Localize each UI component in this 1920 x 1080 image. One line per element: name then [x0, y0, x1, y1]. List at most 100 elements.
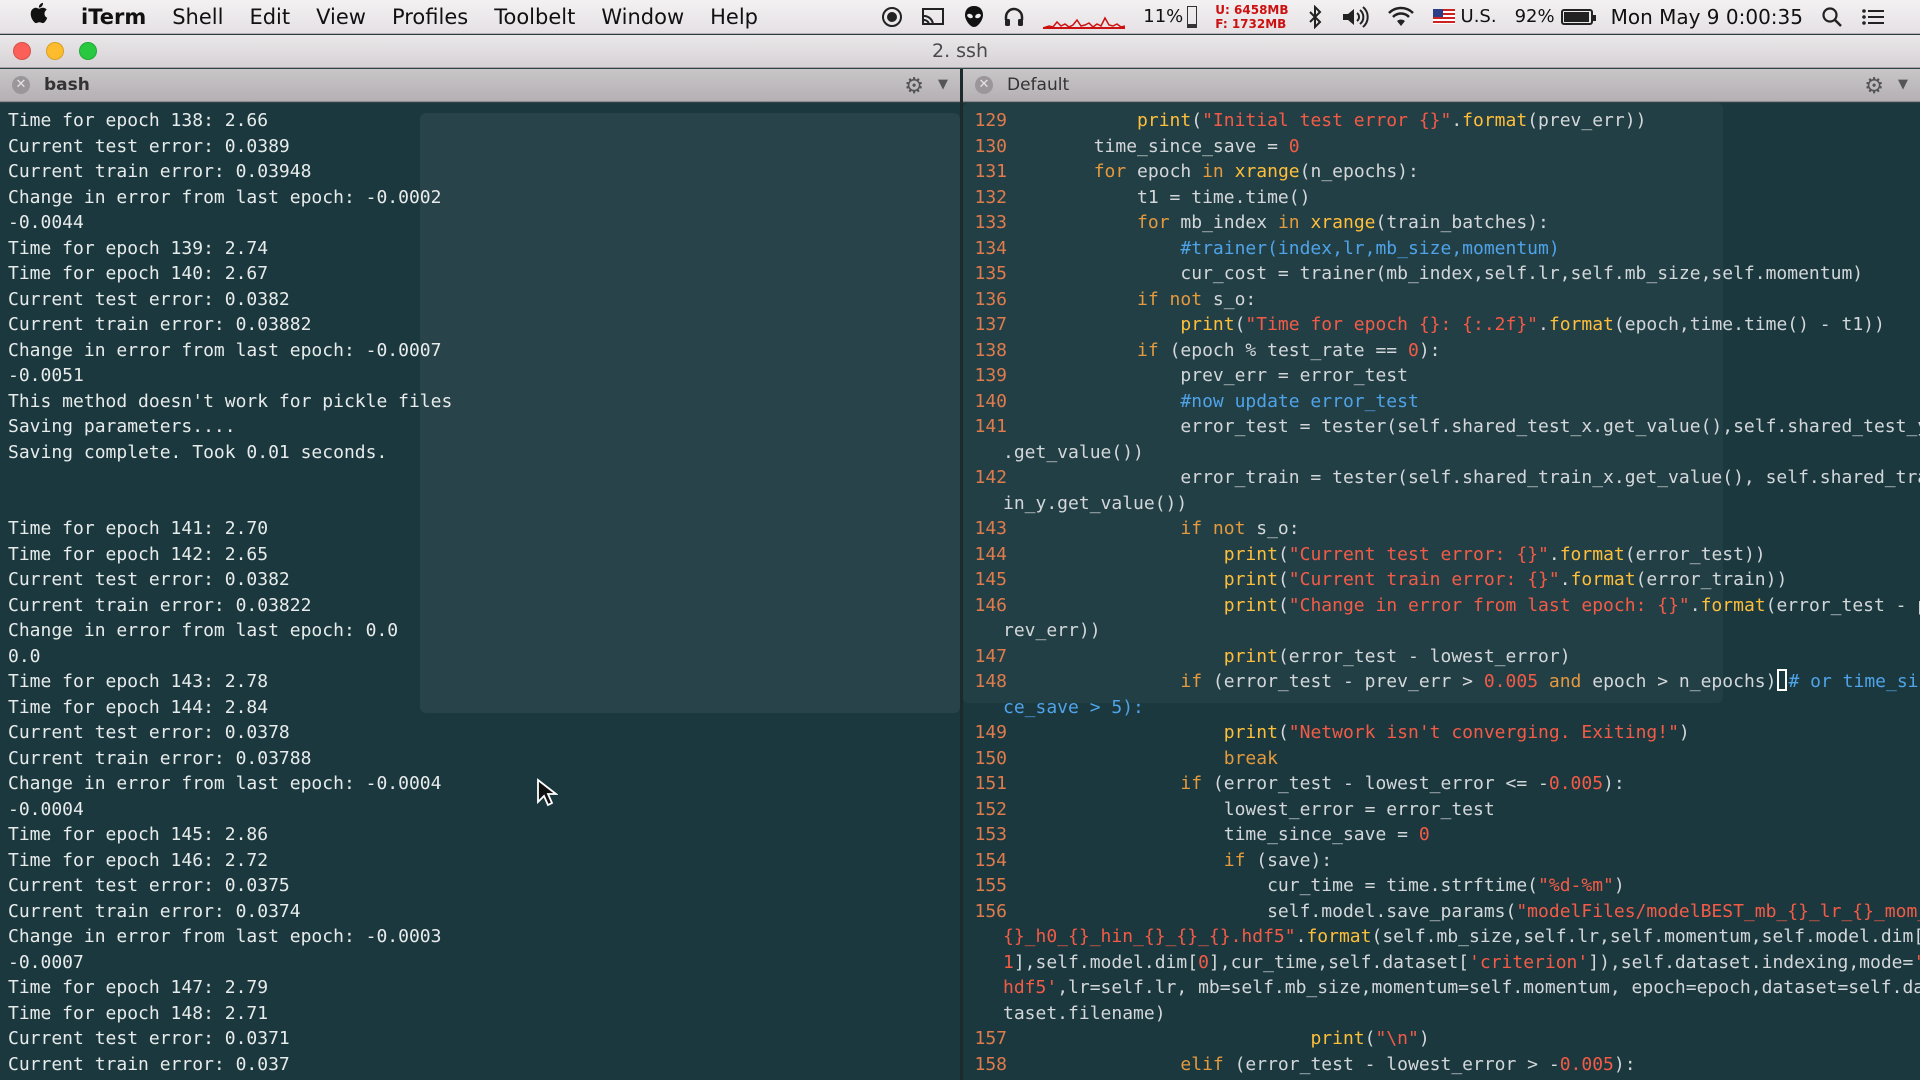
chevron-down-icon[interactable]: ▼ — [938, 77, 948, 92]
code-token: error_test = tester(self.shared_test_x.g… — [1007, 416, 1920, 437]
gear-icon[interactable]: ⚙ — [1864, 74, 1884, 99]
code-token: rev_err)) — [1003, 620, 1101, 641]
code-text: in_y.get_value()) — [963, 491, 1187, 517]
chevron-down-icon[interactable]: ▼ — [1898, 77, 1908, 92]
code-token: error_train = tester(self.shared_train_x… — [1007, 467, 1920, 488]
code-token: ' — [1913, 952, 1920, 973]
menu-app-name[interactable]: iTerm — [68, 0, 159, 34]
line-number: 133 — [974, 212, 1007, 233]
line-number: 131 — [974, 161, 1007, 182]
code-token: #trainer(index,lr,mb_size,momentum) — [1180, 237, 1560, 259]
bluetooth-icon[interactable] — [1307, 4, 1323, 29]
code-token: 'criterion' — [1469, 951, 1589, 973]
right-pane[interactable]: ✕ Default ⚙ ▼ 129 print("Initial test er… — [963, 69, 1920, 1080]
cpu-indicator[interactable]: 11% — [1143, 5, 1198, 28]
gear-icon[interactable]: ⚙ — [904, 74, 924, 99]
terminal-line: This method doesn't work for pickle file… — [8, 390, 453, 412]
terminal-line: -0.0051 — [8, 365, 84, 386]
code-token: if — [1180, 671, 1203, 692]
terminal-line: Current train error: 0.037 — [8, 1053, 290, 1075]
code-token: "%d-%m" — [1538, 875, 1614, 896]
terminal-line: Change in error from last epoch: 0.0 — [8, 620, 399, 641]
right-terminal[interactable]: 129 print("Initial test error {}".format… — [963, 103, 1920, 1080]
code-token: print — [1223, 569, 1278, 590]
wifi-icon[interactable] — [1387, 6, 1415, 28]
code-token: self.model.save_params( — [1007, 900, 1517, 922]
code-line: 131 for epoch in xrange(n_epochs): — [963, 159, 1920, 185]
close-icon[interactable]: ✕ — [12, 76, 30, 94]
memory-indicator[interactable]: U: 6458MB F: 1732MB — [1215, 3, 1288, 31]
memory-used: U: 6458MB — [1215, 2, 1289, 17]
code-token: hdf5' — [1003, 977, 1058, 998]
line-number: 150 — [974, 747, 1007, 769]
menu-toolbelt[interactable]: Toolbelt — [481, 0, 588, 34]
code-text: if (error_test - lowest_error <= -0.005)… — [1007, 771, 1624, 797]
code-text: {}_h0_{}_hin_{}_{}_{}.hdf5".format(self.… — [963, 924, 1920, 950]
terminal-output: Time for epoch 138: 2.66 Current test err… — [8, 108, 952, 1077]
headphones-icon[interactable] — [1003, 6, 1025, 28]
terminal-line: -0.0004 — [8, 798, 84, 820]
code-text: prev_err = error_test — [1007, 363, 1408, 389]
code-token: . — [1538, 314, 1549, 335]
close-icon[interactable]: ✕ — [975, 76, 993, 94]
code-token: (save): — [1245, 849, 1333, 871]
terminal-line: Current train error: 0.0374 — [8, 900, 301, 922]
code-token: 0.005 — [1483, 671, 1539, 692]
record-icon[interactable] — [881, 6, 903, 28]
code-token: format — [1570, 569, 1636, 590]
split-panes: ✕ bash ⚙ ▼ Time for epoch 138: 2.66 Curre… — [0, 69, 1920, 1080]
battery-indicator[interactable]: 92% — [1515, 6, 1596, 27]
menu-profiles[interactable]: Profiles — [379, 0, 481, 34]
code-text: if (error_test - prev_err > 0.005 and ep… — [1007, 669, 1920, 695]
list-icon[interactable] — [1861, 7, 1885, 27]
left-pane[interactable]: ✕ bash ⚙ ▼ Time for epoch 138: 2.66 Curre… — [0, 69, 960, 1080]
terminal-line: Time for epoch 145: 2.86 — [8, 824, 269, 845]
code-token: (error_test - lowest_error > - — [1223, 1053, 1560, 1075]
volume-icon[interactable] — [1341, 5, 1369, 28]
line-number: 136 — [974, 288, 1007, 310]
menu-window[interactable]: Window — [588, 0, 697, 34]
code-token: if — [1180, 773, 1203, 794]
code-line: 156 self.model.save_params("modelFiles/m… — [963, 899, 1920, 925]
clock[interactable]: Mon May 9 0:00:35 — [1611, 5, 1803, 29]
line-number: 139 — [974, 365, 1007, 386]
menu-help[interactable]: Help — [697, 0, 771, 34]
search-icon[interactable] — [1821, 6, 1843, 28]
code-text: if not s_o: — [1007, 516, 1299, 542]
cpu-graph-icon[interactable] — [1043, 4, 1126, 30]
left-terminal[interactable]: Time for epoch 138: 2.66 Current test err… — [0, 103, 960, 1080]
alien-icon[interactable] — [963, 5, 985, 29]
terminal-line: Time for epoch 142: 2.65 — [8, 543, 269, 565]
code-line: 138 if (epoch % test_rate == 0): — [963, 338, 1920, 364]
menu-view[interactable]: View — [303, 0, 379, 34]
code-text: if not s_o: — [1007, 287, 1256, 313]
menu-edit[interactable]: Edit — [236, 0, 303, 34]
code-line: 135 cur_cost = trainer(mb_index,self.lr,… — [963, 261, 1920, 287]
code-text: #now update error_test — [1007, 389, 1418, 415]
code-token: "Initial test error {}" — [1202, 110, 1452, 131]
cpu-percent: 11% — [1143, 6, 1184, 27]
code-token: ( — [1364, 1028, 1376, 1049]
line-number: 147 — [974, 645, 1007, 667]
cpu-meter-fill — [1188, 24, 1197, 27]
terminal-line: Time for epoch 144: 2.84 — [8, 696, 269, 718]
input-source[interactable]: U.S. — [1432, 6, 1497, 27]
code-text: print("Current train error: {}".format(e… — [1007, 567, 1788, 593]
code-line-wrap: ce_save > 5): — [963, 695, 1920, 721]
window-titlebar[interactable]: 2. ssh — [0, 35, 1920, 68]
menu-shell[interactable]: Shell — [159, 0, 236, 34]
cast-icon[interactable] — [921, 6, 945, 28]
terminal-line: Time for epoch 139: 2.74 — [8, 237, 269, 259]
terminal-line: Time for epoch 147: 2.79 — [8, 977, 269, 998]
code-token: ( — [1277, 543, 1289, 565]
code-token: in — [1277, 212, 1300, 233]
terminal-line: Current train error: 0.03948 — [8, 161, 312, 182]
apple-icon[interactable] — [28, 0, 68, 34]
code-token: # or time_sin — [1788, 671, 1920, 692]
